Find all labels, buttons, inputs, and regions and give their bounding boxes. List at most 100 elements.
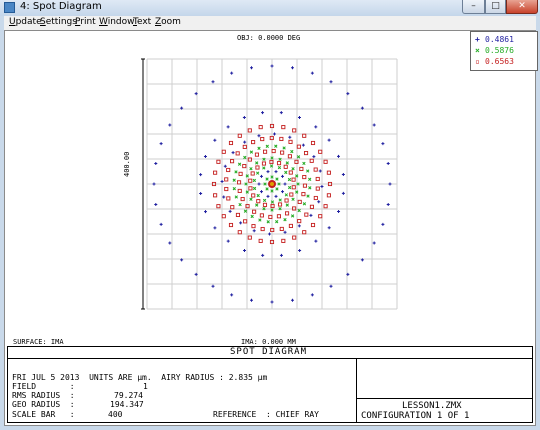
spot-marker-green (302, 161, 306, 166)
scale-bar-label: SCALE BAR : (12, 410, 75, 419)
spot-marker-red (296, 144, 301, 149)
spot-marker-red (235, 212, 241, 217)
spot-marker-blue (327, 226, 331, 230)
spot-marker-blue (372, 241, 376, 245)
spot-marker-red (288, 139, 293, 144)
minimize-button[interactable]: – (462, 0, 485, 14)
spot-marker-red (285, 211, 290, 216)
menu-window-key: W (99, 17, 108, 27)
spot-marker-red (292, 128, 297, 133)
spot-marker-blue (301, 143, 305, 147)
spot-marker-green (252, 186, 257, 191)
spot-marker-green (258, 218, 262, 222)
spot-marker-red (254, 152, 259, 157)
spot-marker-green (243, 209, 248, 213)
menu-zoom[interactable]: Zoom (155, 17, 181, 27)
spot-marker-red (216, 204, 221, 209)
spot-marker-red (276, 214, 281, 219)
spot-marker-green (237, 162, 242, 166)
spot-marker-blue (243, 140, 247, 144)
spot-marker-green (291, 197, 295, 201)
spot-marker-green (285, 161, 289, 165)
spot-marker-green (277, 165, 282, 170)
spot-marker-red (323, 204, 328, 209)
menu-update-key: U (9, 17, 16, 27)
spot-marker-red (262, 202, 268, 207)
scale-bar-value: 400 (108, 410, 123, 419)
spot-marker-red (310, 140, 316, 146)
spot-marker-blue (168, 123, 172, 127)
spot-marker-blue (270, 300, 274, 304)
spot-marker-blue (243, 249, 247, 253)
menu-text[interactable]: Text (133, 17, 151, 27)
spot-plot (141, 58, 398, 310)
spot-marker-blue (283, 182, 287, 186)
spot-marker-blue (270, 64, 274, 68)
spot-marker-red (302, 183, 308, 188)
spot-marker-red (250, 171, 255, 176)
spot-marker-green (278, 198, 282, 202)
ima-label: IMA: 0.000 MM (241, 338, 296, 346)
spot-marker-red (248, 178, 253, 183)
spot-marker-red (313, 195, 318, 201)
spot-marker-blue (152, 182, 156, 186)
menu-window[interactable]: Window (99, 17, 135, 27)
spot-marker-blue (337, 209, 341, 213)
maximize-button[interactable]: □ (485, 0, 506, 14)
spot-marker-red (221, 149, 226, 154)
spot-marker-red (251, 193, 256, 198)
spot-marker-blue (223, 164, 227, 168)
spot-marker-red (310, 222, 316, 228)
spot-marker-green (232, 178, 236, 182)
spot-marker-blue (320, 184, 324, 188)
spot-marker-red (309, 204, 314, 209)
spot-marker-red (247, 157, 252, 162)
spot-marker-red (299, 166, 304, 171)
spot-marker-blue (228, 209, 232, 213)
spot-marker-blue (312, 155, 316, 159)
spot-marker-blue (222, 195, 226, 199)
spot-marker-blue (281, 190, 285, 194)
spot-marker-red (256, 199, 261, 204)
spot-marker-green (291, 167, 295, 171)
title-bar[interactable]: 4: Spot Diagram – □ ✕ (0, 0, 540, 16)
spot-marker-red (238, 171, 243, 176)
spot-marker-blue (288, 135, 292, 139)
spot-marker-green (274, 144, 278, 148)
spot-marker-red (303, 151, 309, 156)
menu-text-rest: ext (136, 17, 152, 27)
spot-marker-blue (336, 154, 340, 158)
spot-marker-blue (327, 138, 331, 142)
spot-marker-red (301, 192, 306, 197)
spot-marker-blue (318, 169, 322, 173)
spot-marker-green (249, 167, 253, 171)
spot-marker-green (255, 161, 259, 165)
spot-marker-red (224, 177, 229, 182)
spot-marker-green (232, 187, 236, 191)
spot-marker-green (275, 177, 279, 181)
spot-marker-red (235, 151, 240, 156)
spot-marker-blue (261, 111, 265, 115)
spot-marker-blue (250, 66, 254, 70)
spot-marker-red (237, 188, 242, 193)
configuration-label: CONFIGURATION 1 OF 1 (361, 411, 470, 421)
geo-radius-label: GEO RADIUS : (12, 400, 75, 409)
spot-marker-blue (279, 111, 283, 115)
spot-marker-green (290, 149, 294, 154)
spot-marker-blue (268, 232, 272, 236)
spot-marker-blue (298, 248, 302, 252)
spot-marker-red (269, 159, 274, 165)
menu-settings[interactable]: Settings (40, 17, 77, 27)
menu-update[interactable]: Update (9, 17, 42, 27)
spot-marker-blue (290, 66, 294, 70)
menu-zoom-rest: oom (161, 17, 181, 27)
spot-marker-red (291, 185, 296, 190)
spot-marker-blue (274, 194, 278, 198)
close-button[interactable]: ✕ (506, 0, 538, 14)
spot-marker-red (224, 186, 229, 192)
spot-marker-red (302, 175, 307, 180)
center-spot-core (270, 182, 274, 186)
spot-marker-blue (329, 80, 333, 84)
spot-marker-green (302, 202, 307, 206)
menu-print[interactable]: Print (75, 17, 96, 27)
